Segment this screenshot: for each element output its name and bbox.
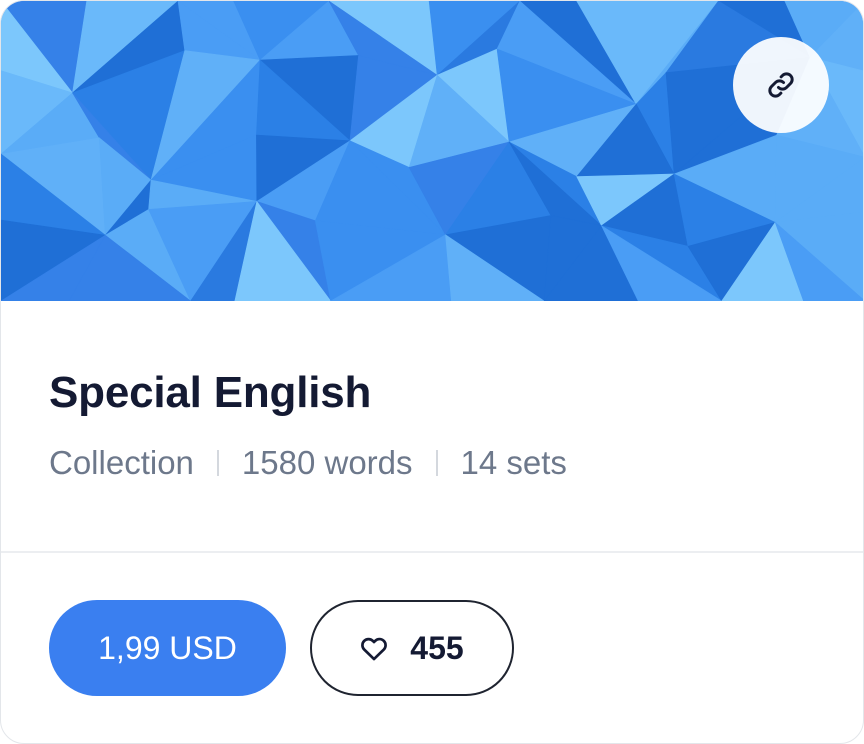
collection-title: Special English: [49, 368, 372, 417]
cover-image: [1, 1, 863, 301]
word-count: 1580 words: [241, 444, 413, 481]
copy-link-button[interactable]: [733, 37, 829, 133]
price-label: 1,99 USD: [98, 629, 237, 666]
likes-count: 455: [410, 629, 464, 666]
low-poly-pattern: [1, 1, 863, 301]
buy-button[interactable]: 1,99 USD: [49, 600, 286, 696]
heart-icon: [360, 635, 388, 661]
link-icon: [766, 70, 796, 100]
collection-meta: Collection 1580 words 14 sets: [49, 443, 863, 483]
set-count: 14 sets: [460, 444, 567, 481]
card-info: Special English Collection 1580 words 14…: [1, 301, 863, 553]
meta-separator: [216, 450, 219, 476]
card-footer: 1,99 USD 455: [1, 553, 863, 696]
like-button[interactable]: 455: [310, 600, 514, 696]
meta-separator: [435, 450, 438, 476]
collection-type: Collection: [49, 444, 194, 481]
collection-card[interactable]: Special English Collection 1580 words 14…: [0, 0, 864, 744]
